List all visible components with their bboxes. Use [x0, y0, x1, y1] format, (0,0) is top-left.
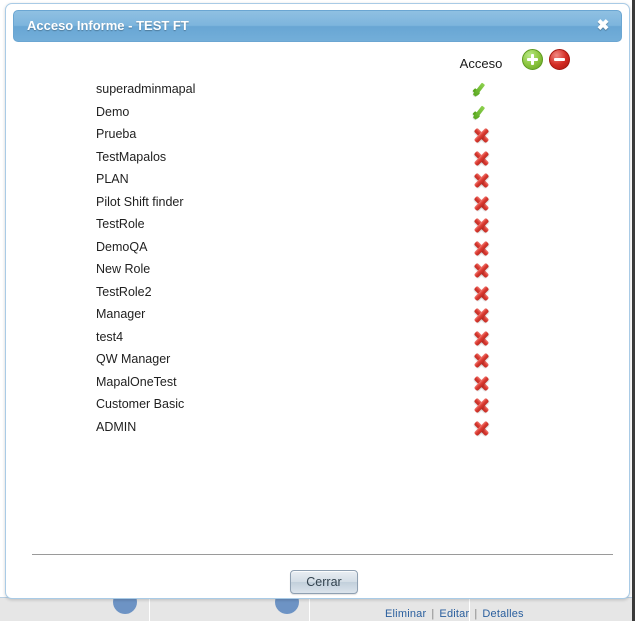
access-denied-cross-icon[interactable] — [472, 396, 491, 415]
remove-circle-icon[interactable] — [549, 49, 570, 70]
role-access-cell — [446, 213, 516, 236]
role-row: test4 — [6, 326, 629, 349]
role-access-cell — [446, 371, 516, 394]
role-row: DemoQA — [6, 236, 629, 259]
role-name: DemoQA — [96, 239, 148, 254]
add-circle-icon[interactable] — [522, 49, 543, 70]
role-row: superadminmapal — [6, 78, 629, 101]
role-access-cell — [446, 191, 516, 214]
role-row: Manager — [6, 303, 629, 326]
role-row: Customer Basic — [6, 393, 629, 416]
dialog-titlebar: Acceso Informe - TEST FT ✖ — [13, 10, 622, 42]
access-denied-cross-icon[interactable] — [472, 126, 491, 145]
access-denied-cross-icon[interactable] — [472, 261, 491, 280]
access-bulk-actions — [522, 48, 582, 74]
role-row: ADMIN — [6, 416, 629, 439]
role-name: test4 — [96, 329, 124, 344]
role-row: QW Manager — [6, 348, 629, 371]
role-row: MapalOneTest — [6, 371, 629, 394]
background-link-details[interactable]: Detalles — [482, 608, 523, 620]
access-denied-cross-icon[interactable] — [472, 306, 491, 325]
access-denied-cross-icon[interactable] — [472, 329, 491, 348]
dialog-title: Acceso Informe - TEST FT — [27, 18, 189, 33]
role-access-cell — [446, 281, 516, 304]
access-denied-cross-icon[interactable] — [472, 171, 491, 190]
role-access-cell — [446, 258, 516, 281]
role-access-cell — [446, 303, 516, 326]
access-granted-check-icon[interactable] — [472, 104, 491, 123]
role-access-cell — [446, 78, 516, 101]
role-row: New Role — [6, 258, 629, 281]
role-row: PLAN — [6, 168, 629, 191]
access-denied-cross-icon[interactable] — [472, 374, 491, 393]
access-denied-cross-icon[interactable] — [472, 149, 491, 168]
role-name: superadminmapal — [96, 82, 196, 96]
access-denied-cross-icon[interactable] — [472, 351, 491, 370]
background-link-separator: | — [474, 608, 478, 620]
access-report-dialog: Acceso Informe - TEST FT ✖ Acceso supera… — [5, 3, 630, 599]
role-name: Manager — [96, 307, 146, 321]
background-link-edit[interactable]: Editar — [439, 608, 469, 620]
role-name: Pilot Shift finder — [96, 194, 184, 209]
access-denied-cross-icon[interactable] — [472, 239, 491, 258]
role-access-cell — [446, 146, 516, 169]
access-denied-cross-icon[interactable] — [472, 216, 491, 235]
access-denied-cross-icon[interactable] — [472, 284, 491, 303]
role-name: QW Manager — [96, 352, 171, 366]
role-name: Demo — [96, 104, 130, 119]
role-access-cell — [446, 101, 516, 124]
background-link-separator: | — [431, 608, 435, 620]
role-access-cell — [446, 348, 516, 371]
role-row: TestRole2 — [6, 281, 629, 304]
role-access-cell — [446, 416, 516, 439]
role-name: Customer Basic — [96, 397, 185, 411]
footer-divider — [32, 554, 613, 555]
dialog-footer: Cerrar — [6, 554, 629, 598]
access-denied-cross-icon[interactable] — [472, 419, 491, 438]
access-denied-cross-icon[interactable] — [472, 194, 491, 213]
role-name: TestRole — [96, 217, 145, 231]
role-access-cell — [446, 326, 516, 349]
role-access-cell — [446, 123, 516, 146]
role-access-cell — [446, 168, 516, 191]
role-name: ADMIN — [96, 419, 137, 434]
background-row-actions: Eliminar | Editar | Detalles — [385, 608, 524, 620]
role-row: Pilot Shift finder — [6, 191, 629, 214]
role-name: PLAN — [96, 172, 129, 186]
role-row: TestRole — [6, 213, 629, 236]
close-icon[interactable]: ✖ — [594, 17, 612, 35]
role-name: TestRole2 — [96, 284, 152, 299]
role-name: Prueba — [96, 127, 137, 141]
role-row: Prueba — [6, 123, 629, 146]
role-access-list: superadminmapal Demo Prueba TestMapalos PLAN… — [6, 78, 629, 438]
role-access-cell — [446, 236, 516, 259]
role-name: MapalOneTest — [96, 374, 177, 389]
close-button[interactable]: Cerrar — [290, 570, 358, 594]
access-granted-check-icon[interactable] — [472, 81, 491, 100]
access-column-header: Acceso — [459, 56, 503, 71]
role-access-cell — [446, 393, 516, 416]
background-link-delete[interactable]: Eliminar — [385, 608, 426, 620]
role-row: Demo — [6, 101, 629, 124]
role-name: New Role — [96, 262, 151, 276]
role-row: TestMapalos — [6, 146, 629, 169]
dialog-body: Acceso superadminmapal Demo Prueba TestMapa… — [6, 44, 629, 556]
role-name: TestMapalos — [96, 149, 167, 164]
